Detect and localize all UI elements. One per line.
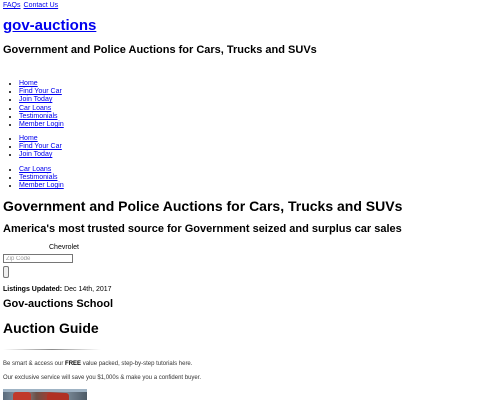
secondary-nav-b: Car Loans Testimonials Member Login	[19, 166, 64, 191]
nav2-home-link[interactable]: Home	[19, 135, 38, 142]
nav-car-loans-link[interactable]: Car Loans	[19, 105, 51, 112]
faqs-link[interactable]: FAQs	[3, 2, 21, 9]
guide-intro-pre: Be smart & access our	[3, 361, 66, 367]
site-tagline: Government and Police Auctions for Cars,…	[3, 44, 317, 56]
guide-intro-text: Be smart & access our FREE value packed,…	[3, 361, 192, 367]
listings-updated: Listings Updated: Dec 14th, 2017	[3, 286, 112, 293]
nav3-testimonials-link[interactable]: Testimonials	[19, 174, 58, 181]
make-select-value[interactable]: Chevrolet	[49, 244, 79, 251]
listings-updated-label: Listings Updated:	[3, 286, 63, 293]
nav3-member-login-link[interactable]: Member Login	[19, 182, 64, 189]
auction-guide-heading: Auction Guide	[3, 320, 99, 336]
school-heading: Gov-auctions School	[3, 298, 114, 310]
auction-cars-image[interactable]	[3, 389, 87, 400]
red-car-shape	[13, 392, 31, 400]
nav2-join-today-link[interactable]: Join Today	[19, 151, 52, 158]
search-submit-button[interactable]	[3, 266, 9, 278]
divider	[3, 349, 101, 350]
nav-join-today-link[interactable]: Join Today	[19, 96, 52, 103]
primary-nav: Home Find Your Car Join Today Car Loans …	[19, 80, 64, 129]
site-logo-link[interactable]: gov-auctions	[3, 17, 96, 34]
nav-find-your-car-link[interactable]: Find Your Car	[19, 88, 62, 95]
listings-updated-date: Dec 14th, 2017	[64, 286, 112, 293]
nav-member-login-link[interactable]: Member Login	[19, 121, 64, 128]
red-truck-shape	[47, 393, 69, 400]
zip-code-input[interactable]	[3, 254, 73, 263]
guide-intro-post: value packed, step-by-step tutorials her…	[81, 361, 193, 367]
page-heading: Government and Police Auctions for Cars,…	[3, 198, 403, 214]
top-nav: FAQs Contact Us	[3, 2, 61, 9]
nav3-car-loans-link[interactable]: Car Loans	[19, 166, 51, 173]
nav2-find-your-car-link[interactable]: Find Your Car	[19, 143, 62, 150]
guide-intro-free: FREE	[65, 361, 82, 367]
contact-us-link[interactable]: Contact Us	[24, 2, 59, 9]
nav-testimonials-link[interactable]: Testimonials	[19, 113, 58, 120]
secondary-nav-a: Home Find Your Car Join Today	[19, 135, 62, 160]
page-subheading: America's most trusted source for Govern…	[3, 223, 402, 235]
guide-savings-text: Our exclusive service will save you $1,0…	[3, 375, 202, 381]
nav-home-link[interactable]: Home	[19, 80, 38, 87]
